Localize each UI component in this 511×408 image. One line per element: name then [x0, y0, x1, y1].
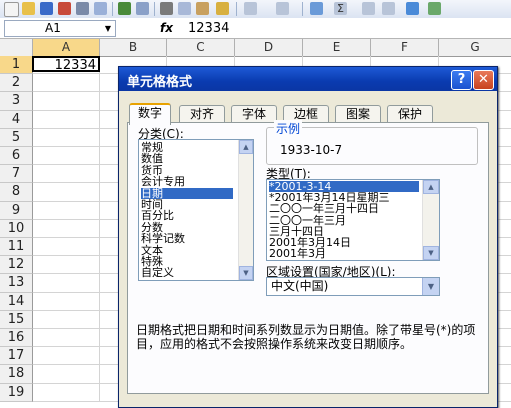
- row-header-14[interactable]: 14: [0, 292, 33, 311]
- type-item[interactable]: 二〇〇一年三月十四日: [269, 203, 419, 214]
- standard-toolbar: Σ: [0, 0, 511, 19]
- help-button[interactable]: ?: [451, 70, 472, 90]
- number-tab-panel: 分类(C): 常规 数值 货币 会计专用 日期 时间 百分比 分数 科学记数 文本 特殊 自定义 ▲ …: [127, 120, 489, 394]
- scroll-down-icon[interactable]: ▼: [239, 266, 253, 280]
- print-icon[interactable]: [76, 2, 89, 15]
- new-icon[interactable]: [4, 2, 19, 17]
- row-header-19[interactable]: 19: [0, 383, 33, 402]
- row-header-1[interactable]: 1: [0, 56, 33, 75]
- row-header-8[interactable]: 8: [0, 183, 33, 202]
- toolbar-separator: [154, 2, 155, 16]
- type-list[interactable]: *2001-3-14 *2001年3月14日星期三 二〇〇一年三月十四日 二〇〇一年三…: [266, 179, 440, 261]
- row-header-17[interactable]: 17: [0, 347, 33, 366]
- category-item[interactable]: 数值: [141, 153, 233, 164]
- category-item[interactable]: 科学记数: [141, 233, 233, 244]
- permission-icon[interactable]: [58, 2, 71, 15]
- dialog-title-bar[interactable]: 单元格格式 ? ✕: [119, 67, 497, 91]
- category-item[interactable]: 日期: [141, 187, 233, 199]
- column-header-b[interactable]: B: [100, 39, 167, 56]
- sample-value: 1933-10-7: [280, 143, 343, 157]
- scroll-up-icon[interactable]: ▲: [239, 140, 253, 154]
- scroll-up-icon[interactable]: ▲: [423, 180, 439, 194]
- row-header-4[interactable]: 4: [0, 110, 33, 129]
- row-header-2[interactable]: 2: [0, 74, 33, 93]
- grid-column-line: [99, 56, 100, 401]
- locale-select[interactable]: 中文(中国) ▼: [266, 277, 440, 296]
- open-icon[interactable]: [22, 2, 35, 15]
- sort-descending-icon[interactable]: [382, 2, 395, 15]
- column-header-f[interactable]: F: [371, 39, 439, 56]
- row-header-3[interactable]: 3: [0, 92, 33, 111]
- toolbar-separator: [236, 2, 237, 16]
- row-header-6[interactable]: 6: [0, 147, 33, 166]
- tab-protection[interactable]: 保护: [387, 105, 433, 123]
- close-button[interactable]: ✕: [473, 70, 494, 90]
- undo-icon[interactable]: [244, 2, 257, 15]
- row-header-10[interactable]: 10: [0, 219, 33, 238]
- name-box[interactable]: A1 ▼: [4, 20, 116, 37]
- formula-bar: A1 ▼ fx 12334: [0, 18, 511, 39]
- cell-a1[interactable]: 12334: [32, 56, 100, 73]
- hyperlink-icon[interactable]: [310, 2, 323, 15]
- locale-value: 中文(中国): [271, 279, 329, 293]
- row-header-13[interactable]: 13: [0, 274, 33, 293]
- category-item[interactable]: 百分比: [141, 210, 233, 221]
- format-painter-icon[interactable]: [216, 2, 229, 15]
- type-item[interactable]: 2001年3月: [269, 248, 419, 259]
- save-icon[interactable]: [40, 2, 53, 15]
- copy-icon[interactable]: [178, 2, 191, 15]
- column-header-g[interactable]: G: [439, 39, 511, 56]
- toolbar-separator: [302, 2, 303, 16]
- category-list[interactable]: 常规 数值 货币 会计专用 日期 时间 百分比 分数 科学记数 文本 特殊 自定义 ▲ ▼: [138, 139, 254, 281]
- chevron-down-icon[interactable]: ▼: [422, 278, 439, 295]
- type-scrollbar[interactable]: ▲ ▼: [422, 180, 439, 260]
- type-item[interactable]: 二〇〇一年三月: [269, 215, 419, 226]
- column-header-a[interactable]: A: [33, 39, 100, 56]
- sample-label: 示例: [274, 120, 303, 137]
- drawing-icon[interactable]: [428, 2, 441, 15]
- column-header-d[interactable]: D: [235, 39, 303, 56]
- tab-number[interactable]: 数字: [129, 103, 171, 125]
- row-header-16[interactable]: 16: [0, 329, 33, 348]
- spelling-icon[interactable]: [118, 2, 131, 15]
- insert-function-icon[interactable]: fx: [160, 21, 173, 35]
- column-header-e[interactable]: E: [303, 39, 371, 56]
- dialog-title: 单元格格式: [127, 75, 193, 90]
- row-header-5[interactable]: 5: [0, 128, 33, 147]
- category-item[interactable]: 常规: [141, 142, 233, 153]
- research-icon[interactable]: [136, 2, 149, 15]
- sort-ascending-icon[interactable]: [362, 2, 375, 15]
- cell-reference: A1: [45, 21, 61, 35]
- formula-input[interactable]: 12334: [188, 21, 229, 36]
- tab-font[interactable]: 字体: [231, 105, 277, 123]
- format-cells-dialog: 单元格格式 ? ✕ 数字 对齐 字体 边框 图案 保护 分类(C): 常规 数值货…: [118, 66, 498, 408]
- column-header-c[interactable]: C: [167, 39, 235, 56]
- row-header-15[interactable]: 15: [0, 310, 33, 329]
- chevron-down-icon[interactable]: ▼: [105, 21, 111, 36]
- row-header-7[interactable]: 7: [0, 165, 33, 184]
- select-all-corner[interactable]: [0, 39, 33, 56]
- category-item[interactable]: 会计专用: [141, 176, 233, 187]
- row-header-9[interactable]: 9: [0, 201, 33, 220]
- toolbar-separator: [112, 2, 113, 16]
- row-header-18[interactable]: 18: [0, 365, 33, 384]
- column-header-bar: A B C D E F G: [0, 39, 511, 57]
- category-item[interactable]: 自定义: [141, 267, 233, 278]
- row-header-12[interactable]: 12: [0, 256, 33, 275]
- paste-icon[interactable]: [196, 2, 209, 15]
- autosum-icon[interactable]: Σ: [334, 2, 347, 15]
- format-description: 日期格式把日期和时间系列数显示为日期值。除了带星号(*)的项目，应用的格式不会按…: [136, 323, 476, 351]
- chart-wizard-icon[interactable]: [406, 2, 419, 15]
- category-item[interactable]: 文本: [141, 245, 233, 256]
- print-preview-icon[interactable]: [94, 2, 107, 15]
- redo-icon[interactable]: [276, 2, 289, 15]
- category-scrollbar[interactable]: ▲ ▼: [238, 140, 253, 280]
- scroll-down-icon[interactable]: ▼: [423, 246, 439, 260]
- tab-alignment[interactable]: 对齐: [179, 105, 225, 123]
- cut-icon[interactable]: [160, 2, 173, 15]
- row-header-11[interactable]: 11: [0, 238, 33, 257]
- tab-patterns[interactable]: 图案: [335, 105, 381, 123]
- category-item[interactable]: 时间: [141, 199, 233, 210]
